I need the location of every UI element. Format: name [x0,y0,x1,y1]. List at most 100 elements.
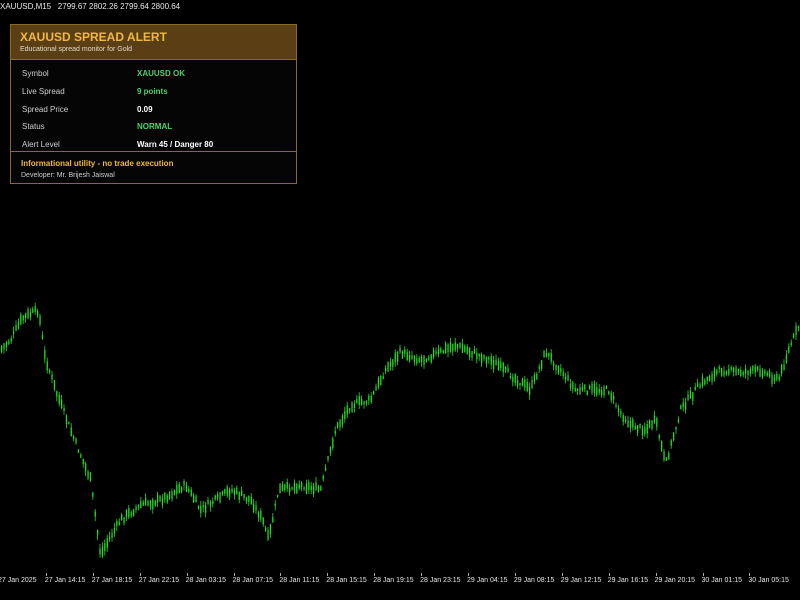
candle-body [92,492,94,497]
candle-body [495,359,497,366]
candle-body [279,483,281,494]
candle-body [133,509,135,516]
candle-body [788,346,790,353]
candle-body [725,372,728,375]
candle-body [562,372,564,377]
candle-body [8,341,10,345]
candle-body [627,420,629,427]
time-tick-label: 30 Jan 05:15 [748,577,789,584]
time-tick-label: 29 Jan 16:15 [607,577,649,584]
candle-body [389,361,392,367]
candle-body [490,356,492,365]
candle-body [781,364,783,374]
time-tick-label: 30 Jan 01:15 [701,577,742,584]
candle-body [644,427,646,434]
candle-body [733,367,735,372]
candle-body [224,489,226,494]
candle-body [656,418,658,427]
time-tick-label: 28 Jan 03:15 [185,577,227,584]
candle-body [277,494,279,497]
candle-body [305,483,308,494]
time-tick-mark [749,573,751,576]
candle-body [598,389,600,393]
candle-body [193,495,195,503]
candle-body [34,306,36,312]
candle-body [185,484,188,492]
candle-body [49,370,51,373]
candle-body [106,537,108,548]
row-value: 9 points [137,87,168,96]
candle-body [433,350,435,358]
candle-body [313,486,315,495]
row-label: Alert Level [22,140,60,149]
candle-body [752,365,754,371]
candle-body [303,487,305,490]
candle-body [344,411,346,420]
candle-body [723,370,725,376]
candle-body [104,543,106,551]
time-tick-label: 29 Jan 04:15 [467,577,508,584]
candle-body [301,482,303,487]
time-tick-label: 29 Jan 08:15 [513,577,555,584]
candle-body [485,357,488,365]
candle-body [771,374,773,385]
candle-body [620,411,622,415]
candle-body [709,375,711,382]
candle-body [493,359,495,369]
candle-body [368,395,370,401]
time-tick-label: 27 Jan 22:15 [138,577,180,584]
candle-body [529,387,531,396]
candle-body [521,378,524,387]
candle-body [421,356,423,363]
candle-body [327,456,329,460]
candle-body [625,419,627,422]
time-tick-label: 28 Jan 15:15 [326,577,367,584]
time-tick-mark [45,573,47,576]
candle-body [291,487,293,490]
candle-body [740,369,742,376]
candle-body [790,342,792,346]
candle-body [653,415,656,423]
candle-body [22,315,24,321]
candle-body [569,383,572,388]
spread-alert-panel: XAUUSD SPREAD ALERT Educational spread m… [10,24,297,184]
candle-body [243,493,245,499]
candle-body [308,482,310,490]
candle-body [85,463,87,472]
panel-title: XAUUSD SPREAD ALERT [20,30,167,44]
candle-body [296,484,298,494]
candle-body [245,496,248,502]
candle-body [166,495,168,503]
candle-body [61,399,63,408]
panel-header: XAUUSD SPREAD ALERT Educational spread m… [11,25,296,60]
candle-body [406,352,408,361]
candle-body [596,386,598,396]
candle-body [73,436,75,439]
time-tick-mark [514,573,516,576]
candle-body [394,352,396,362]
candle-body [670,440,672,446]
candle-body [716,369,718,375]
candle-body [80,454,82,458]
candle-body [37,310,39,316]
candle-body [46,361,48,371]
candle-body [409,354,411,361]
candle-body [435,351,437,354]
candle-body [397,351,399,362]
candle-body [255,505,257,511]
candle-body [469,347,471,358]
candle-body [466,346,468,354]
candle-body [401,351,404,359]
candle-body [673,432,675,440]
candle-body [1,345,3,353]
candle-body [591,383,593,393]
candle-body [622,415,624,423]
row-live-spread: Live Spread 9 points [11,87,296,104]
candle-body [77,449,80,453]
candle-body [675,426,677,430]
candle-body [416,358,418,364]
row-label: Live Spread [22,87,65,96]
candle-body [555,364,557,371]
candle-body [718,366,720,370]
candle-body [286,481,288,489]
